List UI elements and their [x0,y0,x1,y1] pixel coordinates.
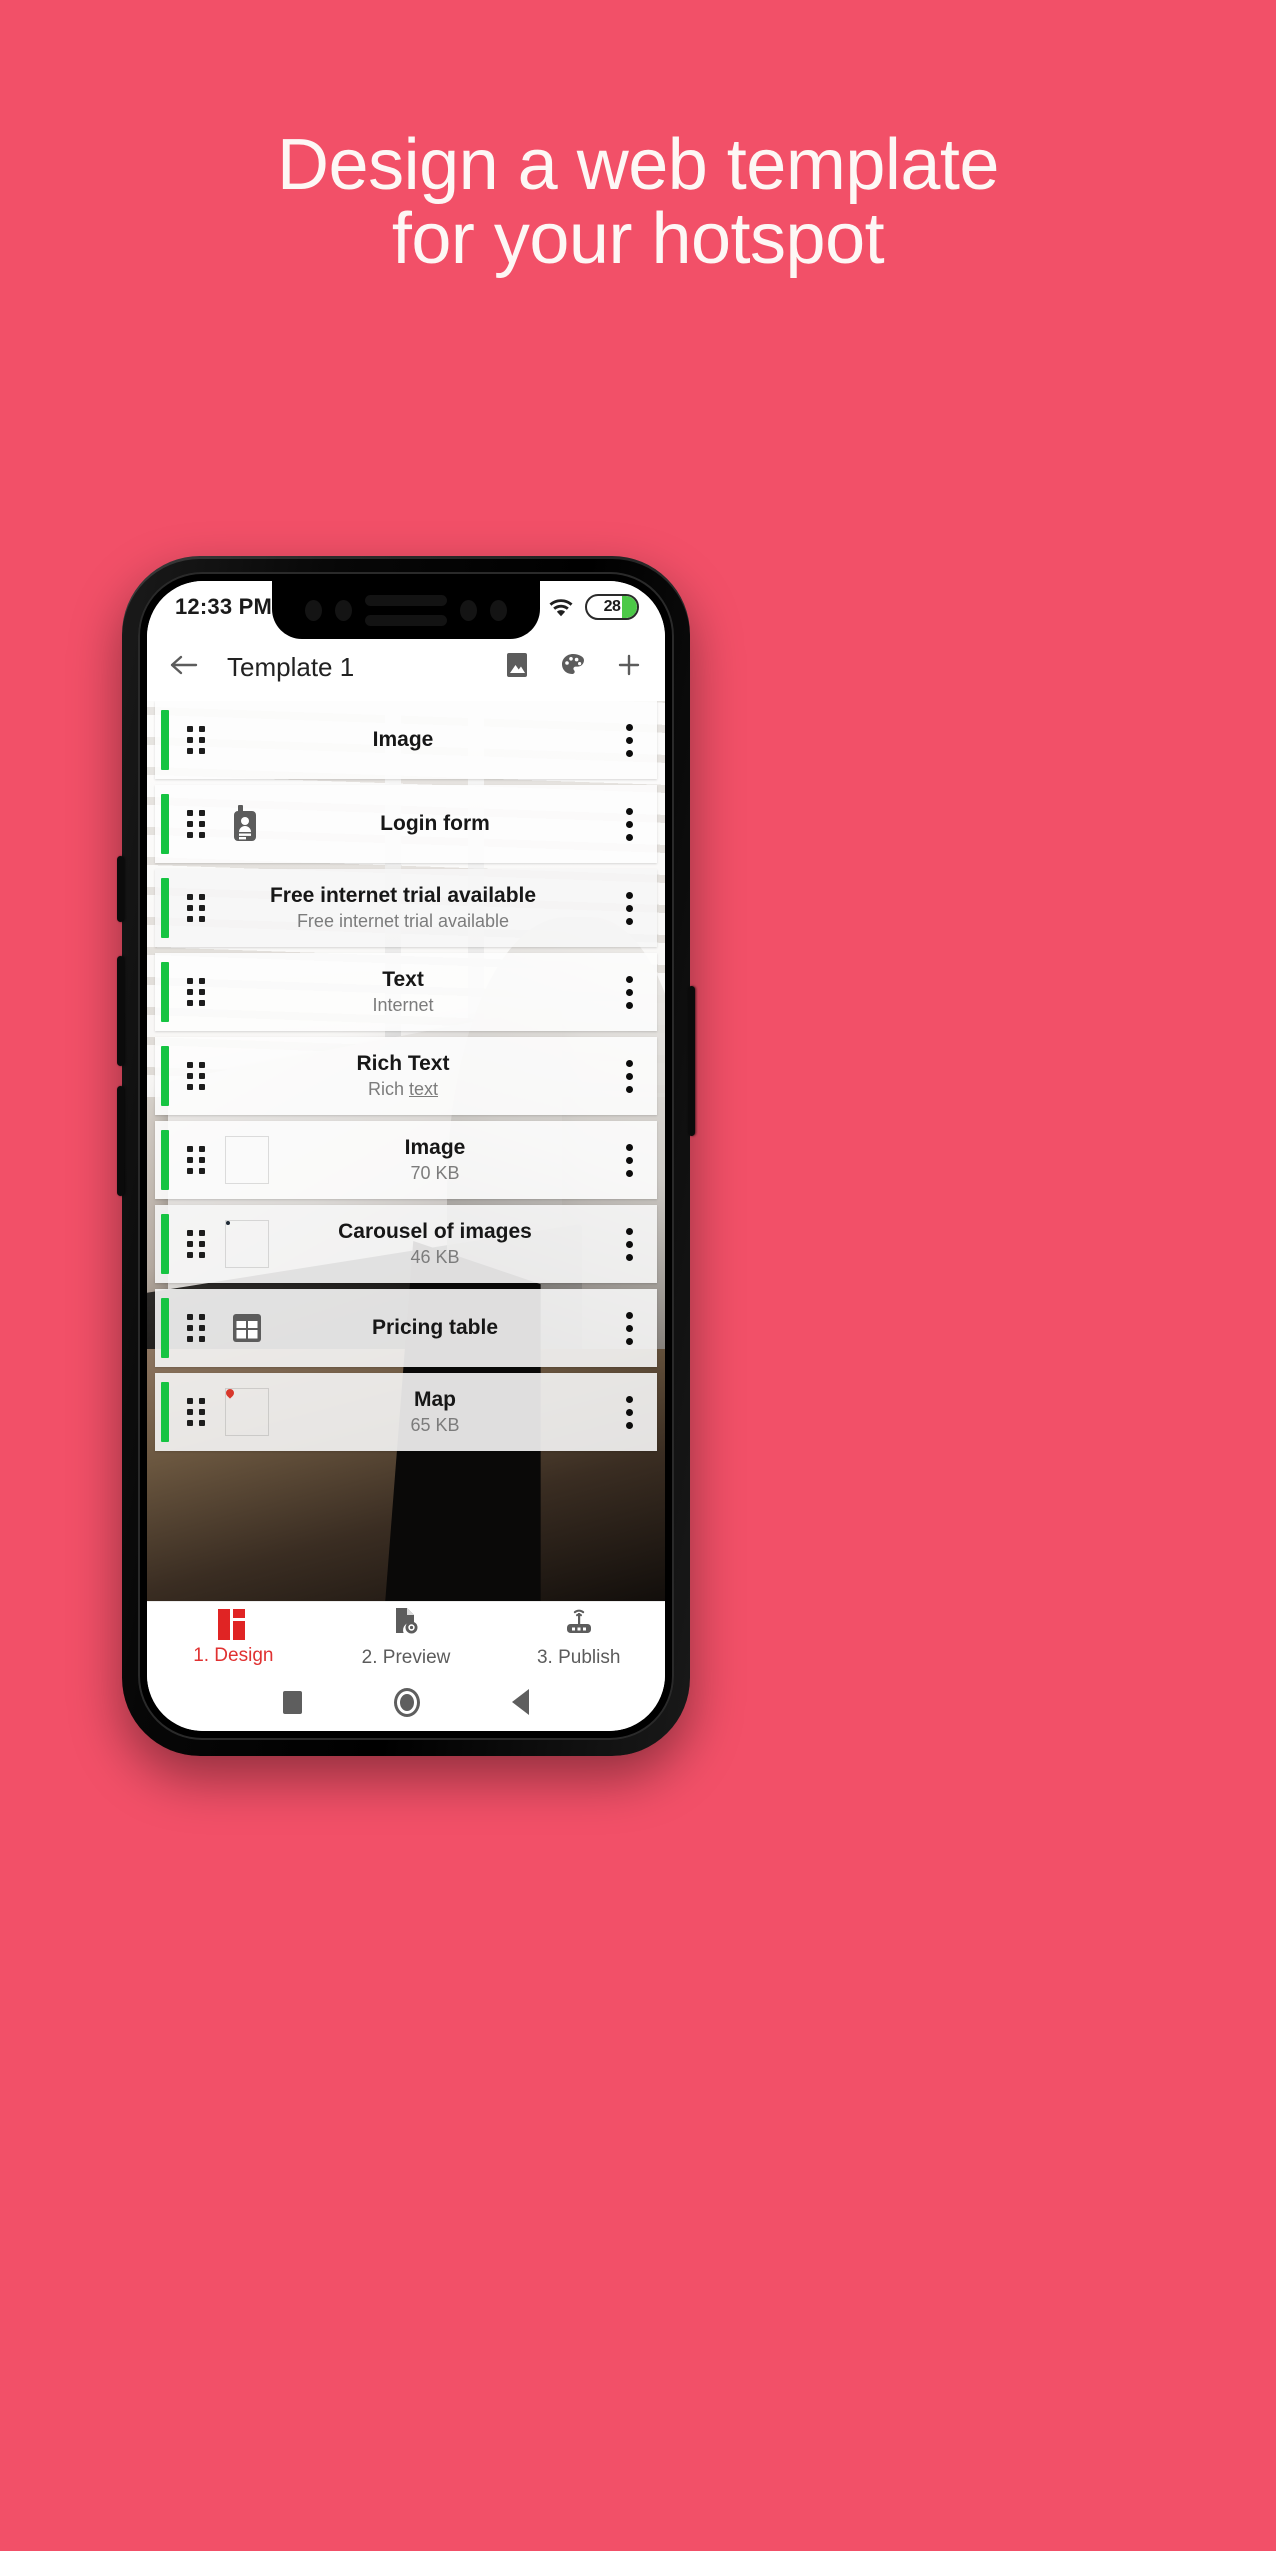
router-broadcast-icon [563,1606,595,1641]
tab-preview-label: 2. Preview [361,1647,451,1668]
headline-line-2: for your hotspot [391,199,885,280]
tab-design[interactable]: 1. Design [147,1608,320,1667]
status-time: 12:33 PM [175,594,272,619]
phone-screen: 12:33 PM 28 Template 1 Image Login form … [147,581,665,1731]
overflow-menu-icon[interactable] [601,1143,657,1177]
battery-indicator: 28 [585,594,639,620]
list-item[interactable]: Rich Text Rich text [155,1037,657,1115]
row-accent-bar [161,878,169,938]
list-item[interactable]: Image [155,701,657,779]
square-recents-icon[interactable] [283,1690,302,1714]
sensor-icon [335,599,352,621]
phone-button-volume-up[interactable] [117,956,124,1066]
overflow-menu-icon[interactable] [601,891,657,925]
table-grid-icon [225,1304,269,1352]
phone-notch [272,581,540,639]
carousel-thumbnail [225,1220,269,1268]
template-editor-content: Image Login form Free internet trial ava… [147,701,665,1601]
row-accent-bar [161,794,169,854]
component-list: Image Login form Free internet trial ava… [147,701,665,1457]
triangle-back-icon[interactable] [512,1689,529,1715]
row-accent-bar [161,962,169,1022]
overflow-menu-icon[interactable] [601,1227,657,1261]
row-accent-bar [161,710,169,770]
document-preview-icon [391,1606,421,1641]
back-arrow-icon[interactable] [169,653,199,682]
list-item[interactable]: Login form [155,785,657,863]
list-item-title: Image [372,727,434,751]
headline-line-1: Design a web template [277,125,999,205]
list-item-title: Login form [380,811,490,835]
overflow-menu-icon[interactable] [601,723,657,757]
map-thumbnail [225,1388,269,1436]
overflow-menu-icon[interactable] [601,807,657,841]
overflow-menu-icon[interactable] [601,1395,657,1429]
bottom-navigation: 1. Design 2. Preview 3. Publish [147,1601,665,1673]
phone-button-silent[interactable] [117,856,124,922]
drag-handle-icon[interactable] [187,810,205,838]
list-item[interactable]: Carousel of images 46 KB [155,1205,657,1283]
list-item-subtitle: Rich text [367,1079,439,1100]
design-blocks-icon [218,1608,248,1640]
row-accent-bar [161,1130,169,1190]
drag-handle-icon[interactable] [187,1230,205,1258]
list-item[interactable]: Pricing table [155,1289,657,1367]
list-item-title: Free internet trial available [269,883,537,907]
list-item-subtitle: Free internet trial available [296,911,510,932]
phone-mockup: 12:33 PM 28 Template 1 Image Login form … [117,556,695,1756]
list-item-title: Pricing table [371,1315,499,1339]
tab-design-label: 1. Design [193,1644,274,1666]
overflow-menu-icon[interactable] [601,1059,657,1093]
row-accent-bar [161,1046,169,1106]
list-item-subtitle: 70 KB [410,1163,460,1184]
phone-button-volume-down[interactable] [117,1086,124,1196]
overflow-menu-icon[interactable] [601,1311,657,1345]
id-badge-icon [225,800,269,848]
tab-publish-label: 3. Publish [536,1647,621,1668]
page-title: Design a web template for your hotspot [0,128,1276,276]
drag-handle-icon[interactable] [187,1062,205,1090]
list-item[interactable]: Image 70 KB [155,1121,657,1199]
list-item-title: Rich Text [356,1051,450,1075]
list-item[interactable]: Free internet trial available Free inter… [155,869,657,947]
circle-home-icon[interactable] [394,1687,420,1717]
wifi-icon [548,596,574,618]
app-toolbar: Template 1 [147,633,665,701]
row-accent-bar [161,1214,169,1274]
overflow-menu-icon[interactable] [601,975,657,1009]
list-item-title: Carousel of images [338,1219,532,1243]
phone-bezel: 12:33 PM 28 Template 1 Image Login form … [138,572,674,1740]
toolbar-title: Template 1 [227,651,355,682]
battery-level-label: 28 [603,598,621,615]
list-item[interactable]: Map 65 KB [155,1373,657,1451]
row-accent-bar [161,1382,169,1442]
list-item-subtitle: 65 KB [410,1415,460,1436]
image-icon[interactable] [503,651,531,684]
drag-handle-icon[interactable] [187,1146,205,1174]
phone-button-power[interactable] [688,986,695,1136]
list-item-title: Image [404,1135,466,1159]
front-camera-icon [305,599,322,621]
list-item-title: Map [414,1387,456,1411]
list-item-subtitle: Internet [372,995,434,1016]
light-sensor-icon [490,599,507,621]
android-navigation-bar [147,1673,665,1731]
drag-handle-icon[interactable] [187,726,205,754]
row-accent-bar [161,1298,169,1358]
drag-handle-icon[interactable] [187,978,205,1006]
proximity-sensor-icon [460,599,477,621]
list-item-subtitle: 46 KB [410,1247,460,1268]
drag-handle-icon[interactable] [187,1314,205,1342]
tower-thumbnail [225,1136,269,1184]
drag-handle-icon[interactable] [187,894,205,922]
list-item[interactable]: Text Internet [155,953,657,1031]
drag-handle-icon[interactable] [187,1398,205,1426]
palette-icon[interactable] [559,651,587,684]
plus-icon[interactable] [615,651,643,684]
list-item-title: Text [382,967,424,991]
tab-preview[interactable]: 2. Preview [320,1606,493,1669]
earpiece-speaker [365,594,447,626]
tab-publish[interactable]: 3. Publish [492,1606,665,1669]
